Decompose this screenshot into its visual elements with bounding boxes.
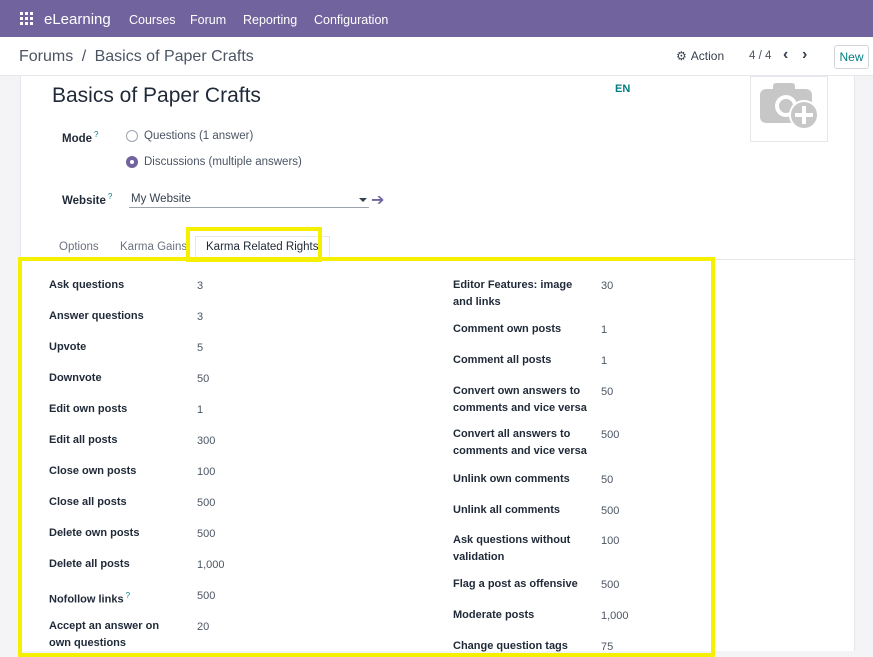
forum-title[interactable]: Basics of Paper Crafts — [52, 84, 261, 108]
menu-forum[interactable]: Forum — [190, 13, 226, 27]
arrow-right-icon[interactable]: ➔ — [371, 190, 384, 210]
radio-unchecked-icon — [126, 130, 138, 142]
highlight-content-box — [18, 257, 715, 657]
action-label: Action — [690, 49, 725, 63]
mode-option-discussions[interactable]: Discussions (multiple answers) — [126, 156, 302, 168]
tab-options[interactable]: Options — [59, 241, 99, 253]
action-button[interactable]: ⚙ Action — [676, 49, 724, 63]
mode-label: Mode? — [62, 130, 99, 145]
breadcrumb: Forums / Basics of Paper Crafts — [19, 48, 254, 66]
website-field[interactable]: My Website — [129, 189, 369, 208]
website-label: Website? — [62, 192, 113, 207]
mode-option-questions[interactable]: Questions (1 answer) — [126, 130, 253, 142]
app-brand[interactable]: eLearning — [44, 11, 111, 28]
gear-icon: ⚙ — [676, 49, 687, 63]
chevron-down-icon[interactable] — [359, 198, 367, 202]
radio-checked-icon — [126, 156, 138, 168]
breadcrumb-forums[interactable]: Forums — [19, 48, 73, 65]
menu-configuration[interactable]: Configuration — [314, 13, 388, 27]
breadcrumb-current: Basics of Paper Crafts — [94, 48, 254, 65]
chevron-right-icon[interactable]: › — [802, 46, 807, 64]
top-navbar: eLearning Courses Forum Reporting Config… — [0, 0, 873, 37]
breadcrumb-separator: / — [81, 48, 87, 65]
new-button[interactable]: New — [834, 45, 869, 69]
menu-reporting[interactable]: Reporting — [243, 13, 297, 27]
tab-karma-gains[interactable]: Karma Gains — [120, 241, 187, 253]
language-button[interactable]: EN — [615, 83, 630, 95]
pager-value[interactable]: 4 / 4 — [749, 50, 771, 62]
menu-courses[interactable]: Courses — [129, 13, 176, 27]
image-field[interactable] — [750, 76, 828, 142]
chevron-left-icon[interactable]: ‹ — [783, 46, 788, 64]
apps-grid-icon[interactable] — [20, 12, 33, 25]
control-panel: Forums / Basics of Paper Crafts ⚙ Action… — [0, 37, 873, 76]
camera-plus-icon — [760, 83, 819, 130]
